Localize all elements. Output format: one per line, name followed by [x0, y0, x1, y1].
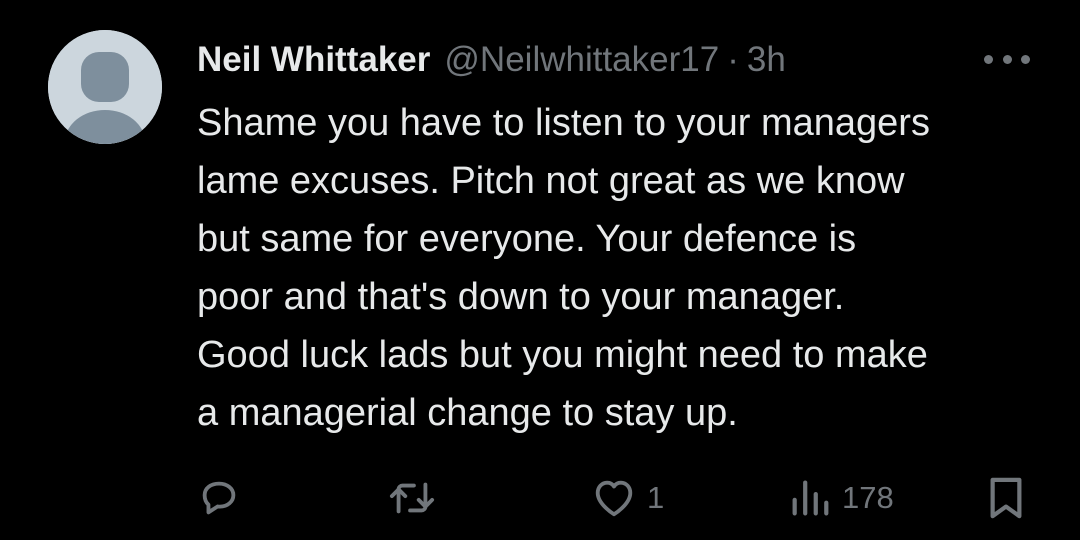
reply-button[interactable] [196, 470, 242, 526]
views-count: 178 [842, 480, 894, 515]
more-dot [984, 54, 993, 64]
bookmark-icon [990, 477, 1022, 519]
avatar[interactable] [48, 30, 162, 144]
like-button[interactable]: 1 [591, 470, 664, 526]
author-name[interactable]: Neil Whittaker [197, 40, 430, 80]
like-count: 1 [647, 480, 665, 515]
retweet-button[interactable] [386, 470, 438, 526]
author-handle[interactable]: @Neilwhittaker17 [444, 40, 719, 80]
tweet-text: Shame you have to listen to your manager… [197, 102, 930, 434]
retweet-icon [389, 482, 435, 514]
views-button[interactable]: 178 [788, 470, 894, 526]
more-dot [1002, 54, 1012, 64]
views-chart-icon [792, 480, 829, 516]
timestamp[interactable]: 3h [747, 40, 786, 80]
action-bar: 1 178 [0, 470, 1080, 526]
bookmark-button[interactable] [985, 470, 1027, 526]
more-dot [1021, 54, 1030, 64]
tweet-header: Neil Whittaker @Neilwhittaker17 · 3h [197, 38, 786, 82]
more-options-icon[interactable] [984, 48, 1030, 70]
default-avatar-icon [48, 30, 162, 144]
heart-icon [595, 480, 633, 517]
reply-icon [202, 481, 236, 515]
separator: · [727, 40, 739, 79]
